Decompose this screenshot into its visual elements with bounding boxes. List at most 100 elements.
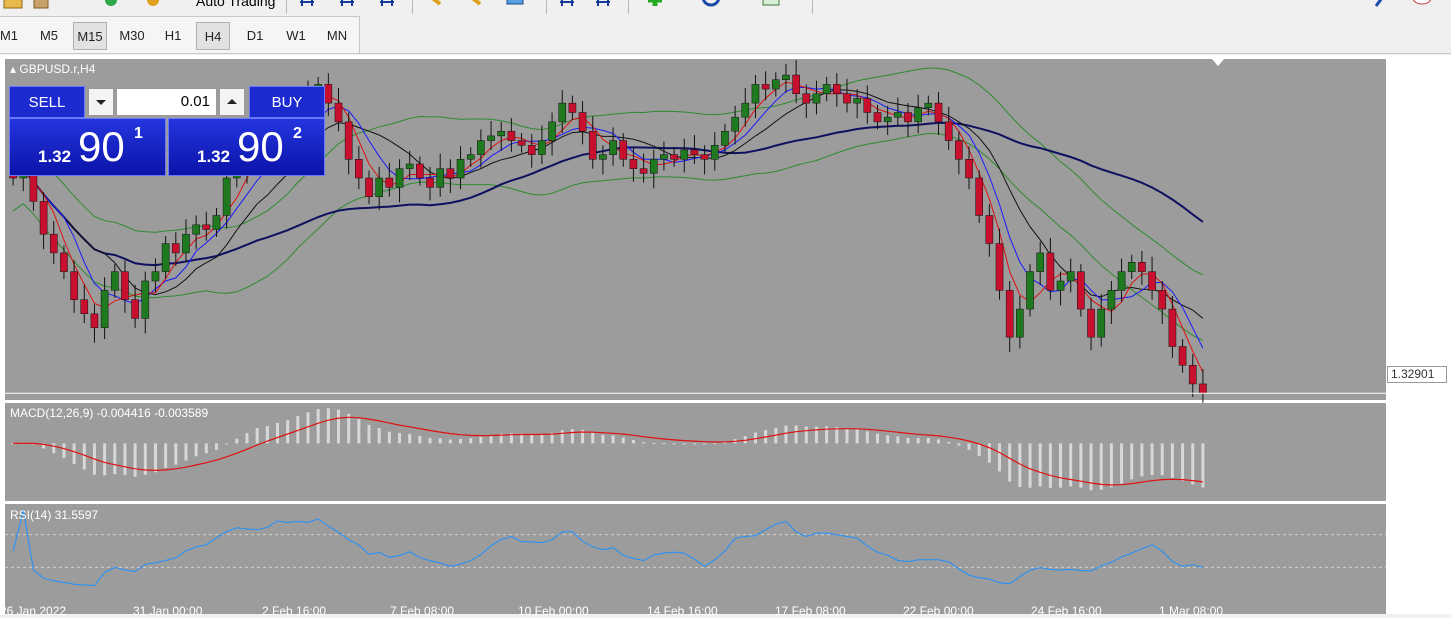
market-watch-icon[interactable] <box>100 0 122 12</box>
candle-body <box>985 215 994 244</box>
candle-body <box>110 271 119 291</box>
edit-pencil-icon[interactable] <box>1368 0 1390 12</box>
templates-icon[interactable] <box>760 0 782 12</box>
macd-histogram-bar <box>906 437 910 444</box>
chart-shift-icon[interactable] <box>592 0 614 12</box>
time-tick: 1 Mar 08:00 <box>1159 604 1224 618</box>
macd-histogram-bar <box>194 443 198 457</box>
macd-histogram-bar <box>133 443 137 477</box>
collapse-triangle-icon[interactable]: ▴ <box>10 62 16 76</box>
macd-tick: 0.00 <box>1390 436 1414 450</box>
macd-histogram-bar <box>835 427 839 444</box>
rsi-tick: 0 <box>1390 586 1397 600</box>
add-indicator-icon[interactable] <box>644 0 666 12</box>
macd-histogram-bar <box>123 443 127 475</box>
macd-histogram-bar <box>855 429 859 444</box>
timeframes-group: M1 M5 M15 M30 H1 H4 D1 W1 MN <box>0 16 360 54</box>
candle-body <box>588 130 597 160</box>
candle-body <box>344 121 353 160</box>
line-chart-icon[interactable] <box>376 0 398 12</box>
candle-body <box>385 177 394 188</box>
time-tick: 31 Jan 00:00 <box>133 604 203 618</box>
candle-body <box>70 271 78 300</box>
macd-histogram-bar <box>530 434 534 444</box>
time-tick: 2 Feb 16:00 <box>262 604 327 618</box>
candle-body <box>690 149 699 155</box>
candle-body <box>90 313 99 329</box>
candle-body <box>80 299 89 314</box>
open-folder-icon[interactable] <box>2 0 24 12</box>
candle-body <box>355 159 363 179</box>
bar-chart-icon[interactable] <box>296 0 318 12</box>
tf-mn[interactable]: MN <box>320 22 354 50</box>
macd-histogram-bar <box>916 438 920 444</box>
macd-histogram-bar <box>275 422 279 444</box>
tf-h4[interactable]: H4 <box>196 22 230 50</box>
tf-h1[interactable]: H1 <box>158 22 188 50</box>
buy-price-quote[interactable]: 1.32 90 2 <box>168 118 325 176</box>
macd-histogram-bar <box>967 443 971 450</box>
candle-body <box>121 271 129 300</box>
macd-histogram-bar <box>408 433 412 444</box>
candle-body <box>578 112 587 132</box>
macd-histogram-bar <box>438 438 442 444</box>
macd-histogram-bar <box>367 424 371 444</box>
candle-body <box>771 79 780 90</box>
macd-histogram-bar <box>204 443 208 454</box>
tf-m15[interactable]: M15 <box>73 22 107 50</box>
main-toolbar: Auto Trading <box>0 0 1451 14</box>
lot-increase-button[interactable] <box>219 88 245 116</box>
macd-histogram-bar <box>286 420 290 444</box>
candle-body <box>670 154 678 160</box>
macd-histogram-bar <box>72 443 76 465</box>
candle-body <box>700 154 709 160</box>
lot-size-input[interactable]: 0.01 <box>116 88 217 116</box>
candle-body <box>1107 290 1116 310</box>
sell-button[interactable]: SELL <box>9 86 85 118</box>
tf-m5[interactable]: M5 <box>34 22 64 50</box>
macd-histogram-bar <box>255 428 259 444</box>
tf-m30[interactable]: M30 <box>114 22 150 50</box>
time-tick: 17 Feb 08:00 <box>775 604 846 618</box>
zoom-out-icon[interactable] <box>464 0 486 12</box>
macd-histogram-bar <box>153 443 157 473</box>
candle-body <box>212 215 221 230</box>
candle-body <box>416 163 424 179</box>
macd-histogram-bar <box>977 443 981 456</box>
autotrading-icon[interactable] <box>142 0 164 12</box>
periods-clock-icon[interactable] <box>700 0 722 12</box>
tile-windows-icon[interactable] <box>504 0 526 12</box>
sell-price-quote[interactable]: 1.32 90 1 <box>9 118 166 176</box>
macd-pane <box>11 408 1205 491</box>
tf-w1[interactable]: W1 <box>280 22 312 50</box>
candle-body <box>131 299 139 319</box>
chart-shift-marker[interactable] <box>1211 58 1225 66</box>
zoom-in-icon[interactable] <box>424 0 446 12</box>
rsi-tick: 100 <box>1390 506 1411 520</box>
candle-body <box>1199 383 1207 394</box>
tf-d1[interactable]: D1 <box>240 22 270 50</box>
buy-button[interactable]: BUY <box>249 86 325 118</box>
autoscroll-icon[interactable] <box>556 0 578 12</box>
candlestick-chart-icon[interactable] <box>336 0 358 12</box>
candle-body <box>1188 364 1197 385</box>
macd-histogram-bar <box>347 413 351 444</box>
macd-histogram-bar <box>459 438 463 444</box>
sell-price-prefix: 1.32 <box>38 147 72 166</box>
candle-body <box>1026 271 1034 310</box>
candle-body <box>731 116 739 132</box>
candle-body <box>660 154 668 160</box>
price-tick: 1.33800 <box>1392 292 1436 306</box>
macd-histogram-bar <box>947 442 951 444</box>
macd-histogram-bar <box>306 412 310 444</box>
candle-body <box>710 145 719 160</box>
sell-price-fraction: 1 <box>134 125 143 142</box>
chat-bubble-icon[interactable] <box>1410 0 1432 12</box>
profiles-icon[interactable] <box>30 0 52 12</box>
autotrading-button[interactable]: Auto Trading <box>196 0 275 9</box>
candle-body <box>527 145 536 155</box>
lot-decrease-button[interactable] <box>88 88 114 116</box>
chevron-up-icon <box>227 99 237 104</box>
tf-m1[interactable]: M1 <box>0 22 22 50</box>
candle-body <box>629 159 638 169</box>
